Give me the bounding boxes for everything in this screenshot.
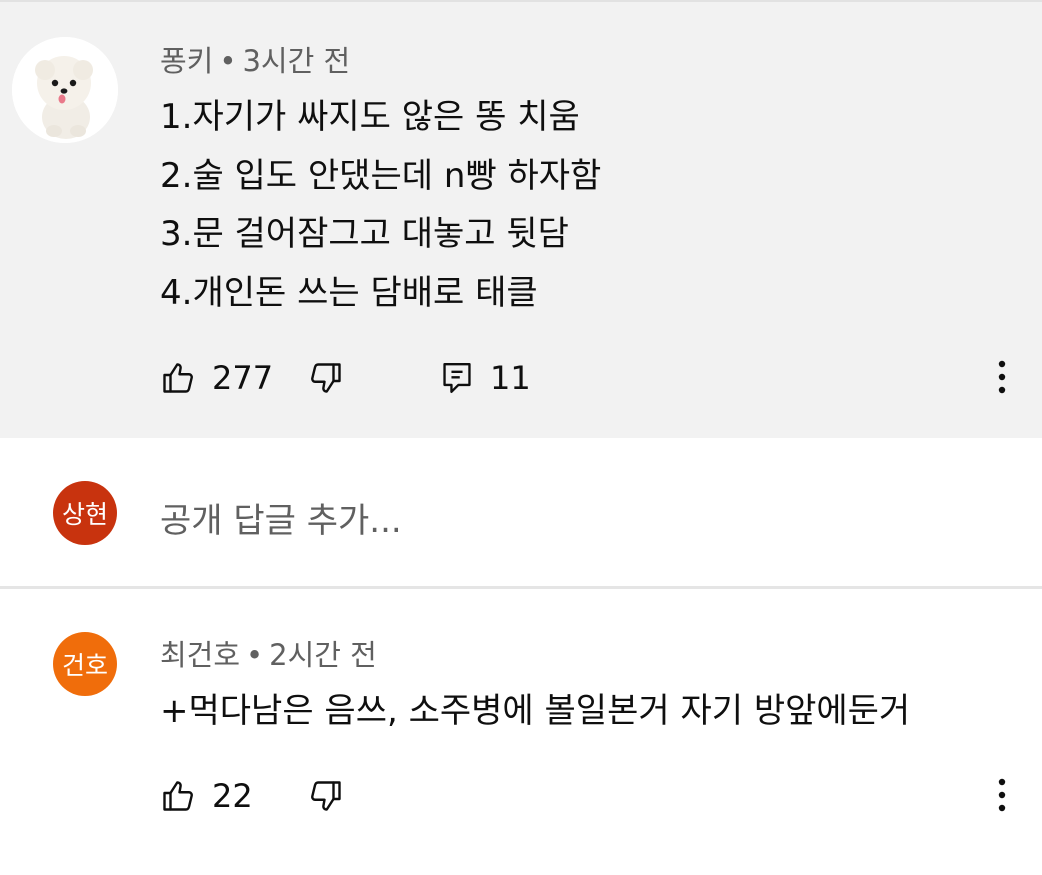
- comment-line: 3.문 걸어잠그고 대놓고 뒷담: [160, 214, 569, 254]
- comment-line: 4.개인돈 쓰는 담배로 태클: [160, 272, 538, 313]
- meta-separator: •: [219, 44, 237, 78]
- thumbs-down-icon: [308, 778, 344, 814]
- like-button[interactable]: 22: [160, 771, 253, 821]
- comment-icon: [440, 360, 474, 396]
- reply-input-placeholder[interactable]: 공개 답글 추가...: [160, 493, 402, 542]
- more-vertical-icon: [998, 778, 1006, 812]
- comment-body: 1.자기가 싸지도 않은 똥 치움 2.술 입도 안댔는데 n빵 하자함 3.문…: [160, 88, 601, 322]
- reply-count: 11: [490, 359, 531, 397]
- like-count: 277: [212, 359, 274, 397]
- current-user-avatar: 상현: [53, 481, 117, 545]
- more-options-button[interactable]: [982, 357, 1022, 397]
- dislike-button[interactable]: [308, 353, 344, 403]
- thumbs-up-icon: [160, 778, 196, 814]
- comment-line: 1.자기가 싸지도 않은 똥 치움: [160, 97, 580, 137]
- like-button[interactable]: 277: [160, 353, 273, 403]
- comment-time: 3시간 전: [242, 44, 351, 78]
- comment-meta: 퐁키 • 3시간 전: [160, 38, 350, 80]
- pomeranian-avatar-icon[interactable]: [12, 37, 118, 143]
- comment-meta: 최건호 • 2시간 전: [160, 632, 377, 674]
- more-options-button[interactable]: [982, 775, 1022, 815]
- highlighted-comment: 퐁키 • 3시간 전 1.자기가 싸지도 않은 똥 치움 2.술 입도 안댔는데 n…: [0, 0, 1042, 438]
- meta-separator: •: [246, 638, 264, 672]
- comment-time: 2시간 전: [269, 638, 377, 672]
- comment-body: +먹다남은 음쓰, 소주병에 볼일본거 자기 방앞에둔거: [160, 691, 911, 731]
- thumbs-up-icon: [160, 360, 196, 396]
- reply-input-row[interactable]: [0, 438, 1042, 586]
- more-vertical-icon: [998, 360, 1006, 394]
- comment-author[interactable]: 최건호: [160, 638, 240, 672]
- divider: [0, 586, 1042, 589]
- reply-count-button[interactable]: 11: [440, 353, 531, 403]
- commenter-avatar[interactable]: 건호: [53, 632, 117, 696]
- dislike-button[interactable]: [308, 771, 344, 821]
- thumbs-down-icon: [308, 360, 344, 396]
- comment-line: 2.술 입도 안댔는데 n빵 하자함: [160, 155, 602, 196]
- comment-author[interactable]: 퐁키: [160, 44, 213, 78]
- like-count: 22: [212, 777, 253, 815]
